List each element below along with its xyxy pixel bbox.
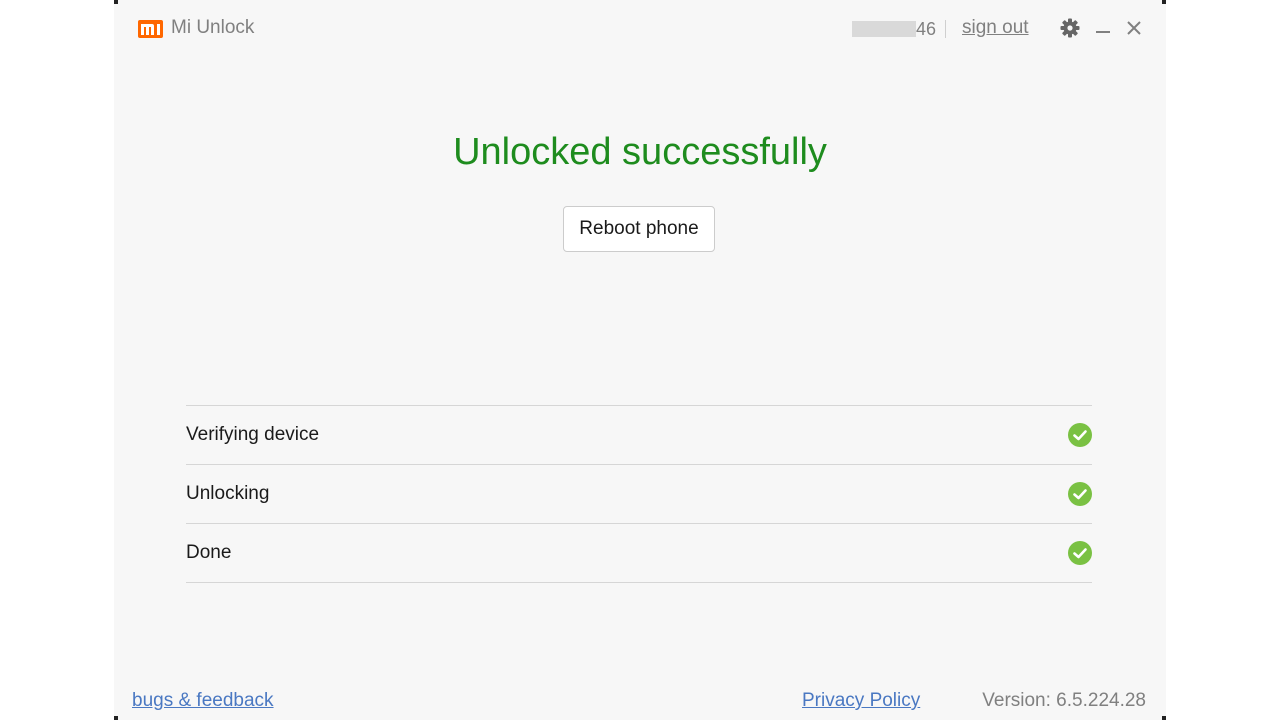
window-corner [1162, 716, 1166, 720]
minimize-button[interactable] [1092, 17, 1114, 39]
mi-logo-icon [138, 20, 163, 38]
account-id-suffix: 46 [916, 19, 937, 39]
minimize-icon [1096, 31, 1110, 33]
step-label: Done [186, 542, 232, 563]
step-label: Verifying device [186, 424, 320, 445]
settings-button[interactable] [1059, 17, 1081, 39]
privacy-policy-link[interactable]: Privacy Policy [802, 690, 920, 712]
bugs-feedback-link[interactable]: bugs & feedback [132, 690, 274, 712]
step-row-done: Done [186, 524, 1092, 583]
app-title: Mi Unlock [171, 17, 255, 38]
reboot-phone-button[interactable]: Reboot phone [563, 206, 715, 252]
gear-icon [1060, 18, 1080, 38]
check-circle-icon [1068, 482, 1092, 506]
progress-steps: Verifying device Unlocking Done [186, 405, 1092, 583]
mi-unlock-window: Mi Unlock 46 sign out Unlocked successfu… [114, 0, 1166, 720]
close-icon [1127, 21, 1141, 35]
step-row-unlocking: Unlocking [186, 465, 1092, 524]
account-id: 46 [852, 20, 936, 38]
check-circle-icon [1068, 541, 1092, 565]
close-button[interactable] [1123, 17, 1145, 39]
window-corner [114, 0, 118, 4]
check-circle-icon [1068, 423, 1092, 447]
status-heading: Unlocked successfully [453, 131, 827, 173]
step-row-verifying: Verifying device [186, 406, 1092, 465]
step-label: Unlocking [186, 483, 270, 504]
version-text: Version: 6.5.224.28 [982, 690, 1146, 711]
title-divider [945, 20, 946, 38]
redacted-account-id [852, 21, 916, 37]
window-corner [1162, 0, 1166, 4]
sign-out-link[interactable]: sign out [962, 17, 1029, 39]
window-corner [114, 716, 118, 720]
